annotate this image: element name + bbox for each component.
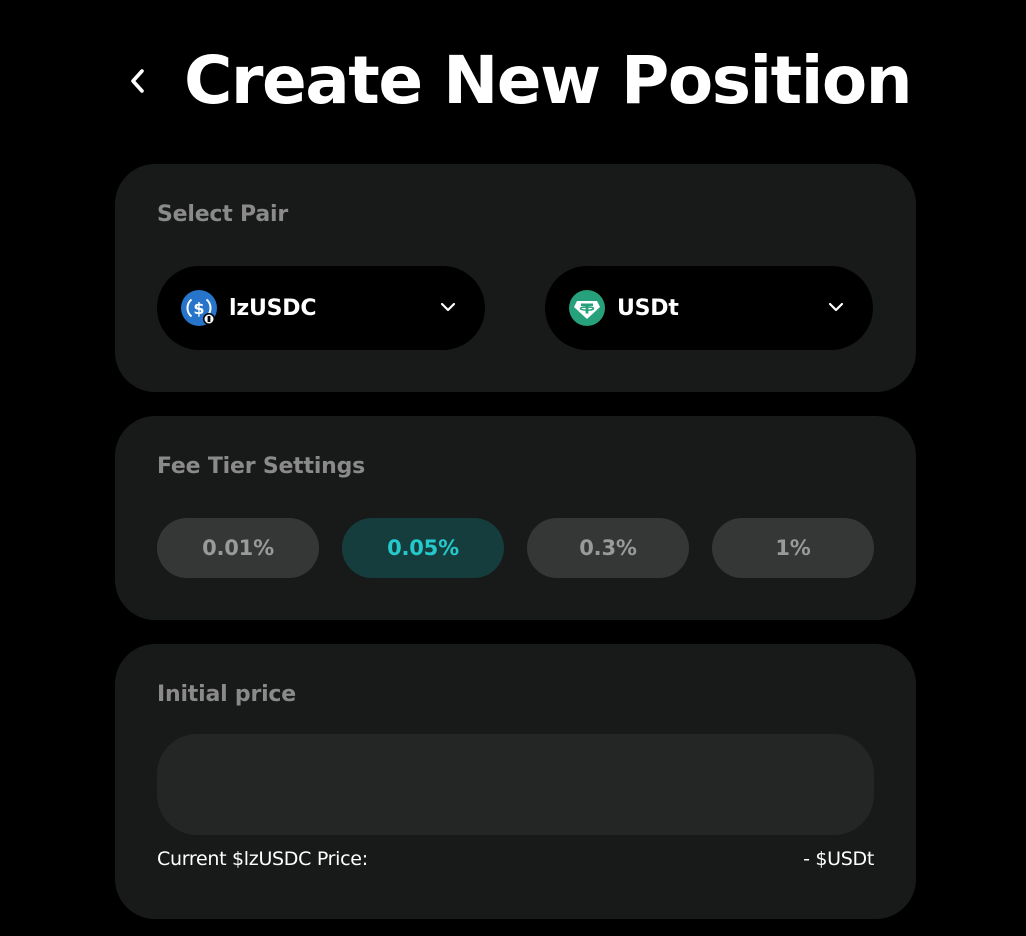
fee-option-1[interactable]: 1% [712, 518, 874, 578]
token-a-symbol: lzUSDC [229, 295, 317, 321]
page-title: Create New Position [184, 42, 913, 119]
token-b-symbol: USDt [617, 295, 679, 321]
page: Create New Position Select Pair $ lzUSDC [0, 0, 1026, 936]
page-header: Create New Position [118, 36, 913, 126]
select-pair-card: Select Pair $ lzUSDC USDt [115, 164, 916, 392]
fee-tier-label: Fee Tier Settings [157, 454, 366, 479]
current-price-label: Current $lzUSDC Price: [157, 848, 368, 870]
tether-token-icon [569, 290, 605, 326]
fee-option-0-05[interactable]: 0.05% [342, 518, 504, 578]
fee-option-0-01[interactable]: 0.01% [157, 518, 319, 578]
usdc-token-icon: $ [181, 290, 217, 326]
token-b-select[interactable]: USDt [545, 266, 873, 350]
current-price-row: Current $lzUSDC Price: - $USDt [157, 848, 874, 870]
back-button[interactable] [118, 61, 158, 101]
fee-tier-card: Fee Tier Settings 0.01% 0.05% 0.3% 1% [115, 416, 916, 620]
svg-text:$: $ [193, 299, 204, 318]
chevron-down-icon [828, 302, 844, 312]
current-price-value: - $USDt [803, 848, 874, 870]
chevron-left-icon [131, 69, 144, 93]
initial-price-card: Initial price Current $lzUSDC Price: - $… [115, 644, 916, 919]
token-a-select[interactable]: $ lzUSDC [157, 266, 485, 350]
chevron-down-icon [440, 302, 456, 312]
select-pair-label: Select Pair [157, 202, 289, 227]
initial-price-label: Initial price [157, 682, 296, 707]
initial-price-input[interactable] [157, 734, 874, 835]
fee-option-0-3[interactable]: 0.3% [527, 518, 689, 578]
